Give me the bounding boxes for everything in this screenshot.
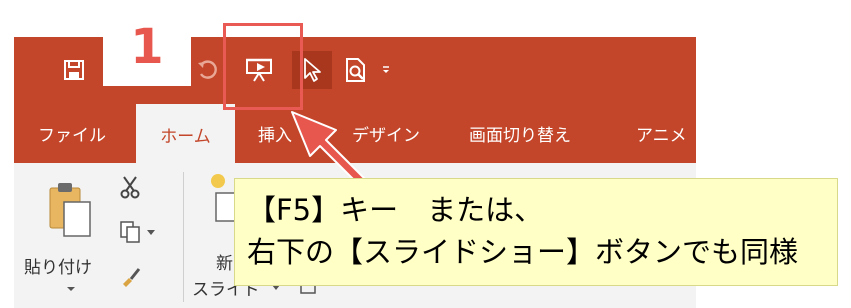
- format-painter-button[interactable]: [119, 264, 143, 288]
- scissors-icon: [120, 176, 140, 199]
- copy-button[interactable]: [119, 220, 159, 244]
- paintbrush-icon: [123, 268, 141, 287]
- undo-button[interactable]: [188, 51, 228, 89]
- save-icon: [64, 60, 84, 80]
- ribbon-divider: [183, 172, 184, 302]
- paste-button[interactable]: 貼り付け: [24, 180, 92, 291]
- cut-button[interactable]: [119, 175, 143, 199]
- chevron-down-icon: [383, 66, 389, 73]
- callout-box: 【F5】キー または、 右下の【スライドショー】ボタンでも同様: [234, 178, 838, 286]
- print-preview-button[interactable]: [336, 51, 376, 89]
- tab-home[interactable]: ホーム: [136, 103, 235, 164]
- pointer-icon: [304, 58, 321, 82]
- copy-icon: [120, 221, 140, 243]
- tab-animations[interactable]: アニメ: [636, 103, 687, 163]
- callout-line-2: 右下の【スライドショー】ボタンでも同様: [247, 235, 799, 269]
- tab-transitions[interactable]: 画面切り替え: [469, 103, 571, 163]
- tab-insert[interactable]: 挿入: [258, 103, 292, 163]
- paste-dropdown-icon: [67, 287, 75, 291]
- highlight-box: [223, 23, 303, 110]
- callout-line-1: 【F5】キー または、: [247, 193, 544, 227]
- tab-file[interactable]: ファイル: [28, 103, 116, 163]
- paste-label: 貼り付け: [24, 258, 92, 278]
- save-button[interactable]: [54, 51, 94, 89]
- step-number: 1: [103, 8, 191, 86]
- copy-dropdown-icon: [147, 230, 155, 235]
- undo-icon: [198, 60, 217, 79]
- new-slide-label-top: 新: [216, 254, 233, 274]
- clipboard-icon: [49, 183, 91, 237]
- print-preview-icon: [346, 58, 365, 82]
- customize-qat-button[interactable]: [371, 51, 401, 89]
